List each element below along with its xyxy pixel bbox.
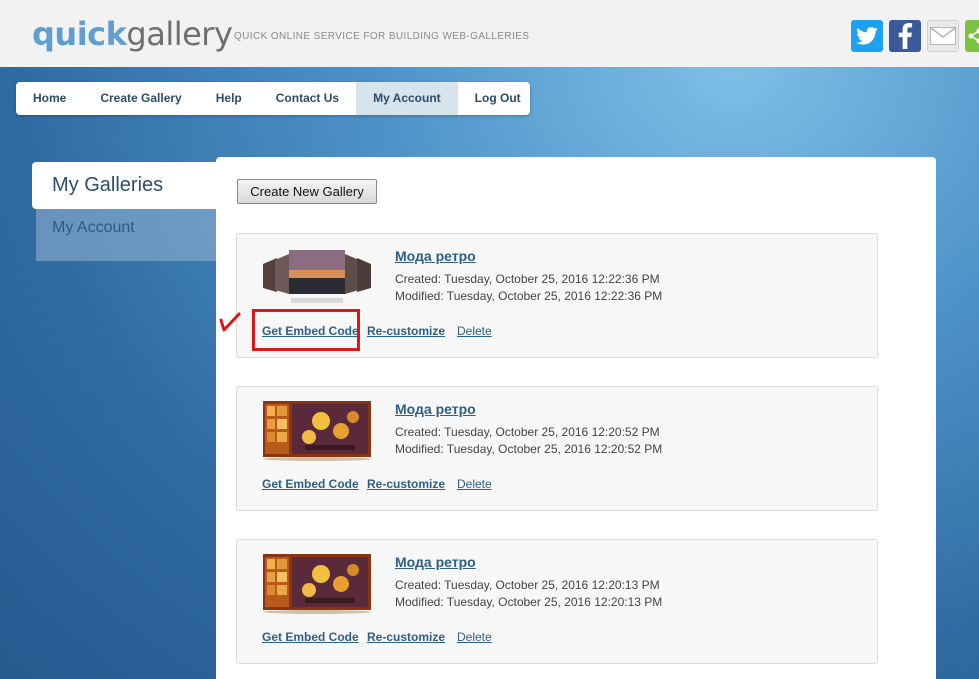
delete-link[interactable]: Delete: [457, 477, 492, 491]
delete-link[interactable]: Delete: [457, 324, 492, 338]
gallery-title-link[interactable]: Мода ретро: [395, 248, 476, 264]
nav-home[interactable]: Home: [16, 82, 83, 115]
gallery-thumbnail[interactable]: [261, 248, 373, 308]
get-embed-code-link[interactable]: Get Embed Code: [262, 477, 359, 491]
email-icon[interactable]: [927, 20, 959, 52]
twitter-icon[interactable]: [851, 20, 883, 52]
gallery-card: Мода ретро Created: Tuesday, October 25,…: [236, 539, 878, 664]
site-logo[interactable]: quickgallery: [32, 14, 233, 54]
checkmark-annotation-icon: [219, 312, 241, 332]
gallery-modified-date: Modified: Tuesday, October 25, 2016 12:2…: [395, 289, 663, 303]
gallery-card: Мода ретро Created: Tuesday, October 25,…: [236, 386, 878, 511]
gallery-title-link[interactable]: Мода ретро: [395, 554, 476, 570]
nav-log-out[interactable]: Log Out: [458, 82, 530, 115]
get-embed-code-link[interactable]: Get Embed Code: [262, 630, 359, 644]
site-tagline: QUICK ONLINE SERVICE FOR BUILDING WEB-GA…: [234, 31, 530, 42]
sidebar-item-label: My Account: [52, 219, 135, 236]
sidebar-item-my-galleries[interactable]: My Galleries: [32, 162, 218, 209]
sidebar-item-my-account[interactable]: My Account: [36, 209, 216, 261]
gallery-created-date: Created: Tuesday, October 25, 2016 12:20…: [395, 425, 660, 439]
facebook-icon[interactable]: [889, 20, 921, 52]
gallery-modified-date: Modified: Tuesday, October 25, 2016 12:2…: [395, 595, 663, 609]
gallery-thumbnail[interactable]: [261, 554, 373, 614]
main-nav: Home Create Gallery Help Contact Us My A…: [16, 82, 530, 115]
nav-my-account[interactable]: My Account: [356, 82, 458, 115]
nav-contact-us[interactable]: Contact Us: [259, 82, 356, 115]
sidebar-item-label: My Galleries: [52, 174, 164, 196]
re-customize-link[interactable]: Re-customize: [367, 477, 445, 491]
highlight-annotation-box: [252, 309, 360, 351]
gallery-created-date: Created: Tuesday, October 25, 2016 12:22…: [395, 272, 660, 286]
create-new-gallery-button[interactable]: Create New Gallery: [237, 179, 377, 204]
nav-help[interactable]: Help: [199, 82, 259, 115]
gallery-thumbnail[interactable]: [261, 401, 373, 461]
nav-create-gallery[interactable]: Create Gallery: [83, 82, 198, 115]
site-header: quickgallery QUICK ONLINE SERVICE FOR BU…: [0, 0, 979, 67]
delete-link[interactable]: Delete: [457, 630, 492, 644]
re-customize-link[interactable]: Re-customize: [367, 630, 445, 644]
gallery-title-link[interactable]: Мода ретро: [395, 401, 476, 417]
share-icon[interactable]: [965, 20, 979, 52]
gallery-modified-date: Modified: Tuesday, October 25, 2016 12:2…: [395, 442, 663, 456]
re-customize-link[interactable]: Re-customize: [367, 324, 445, 338]
galleries-panel: Create New Gallery Мода ретро Created: T…: [216, 157, 936, 679]
gallery-created-date: Created: Tuesday, October 25, 2016 12:20…: [395, 578, 660, 592]
